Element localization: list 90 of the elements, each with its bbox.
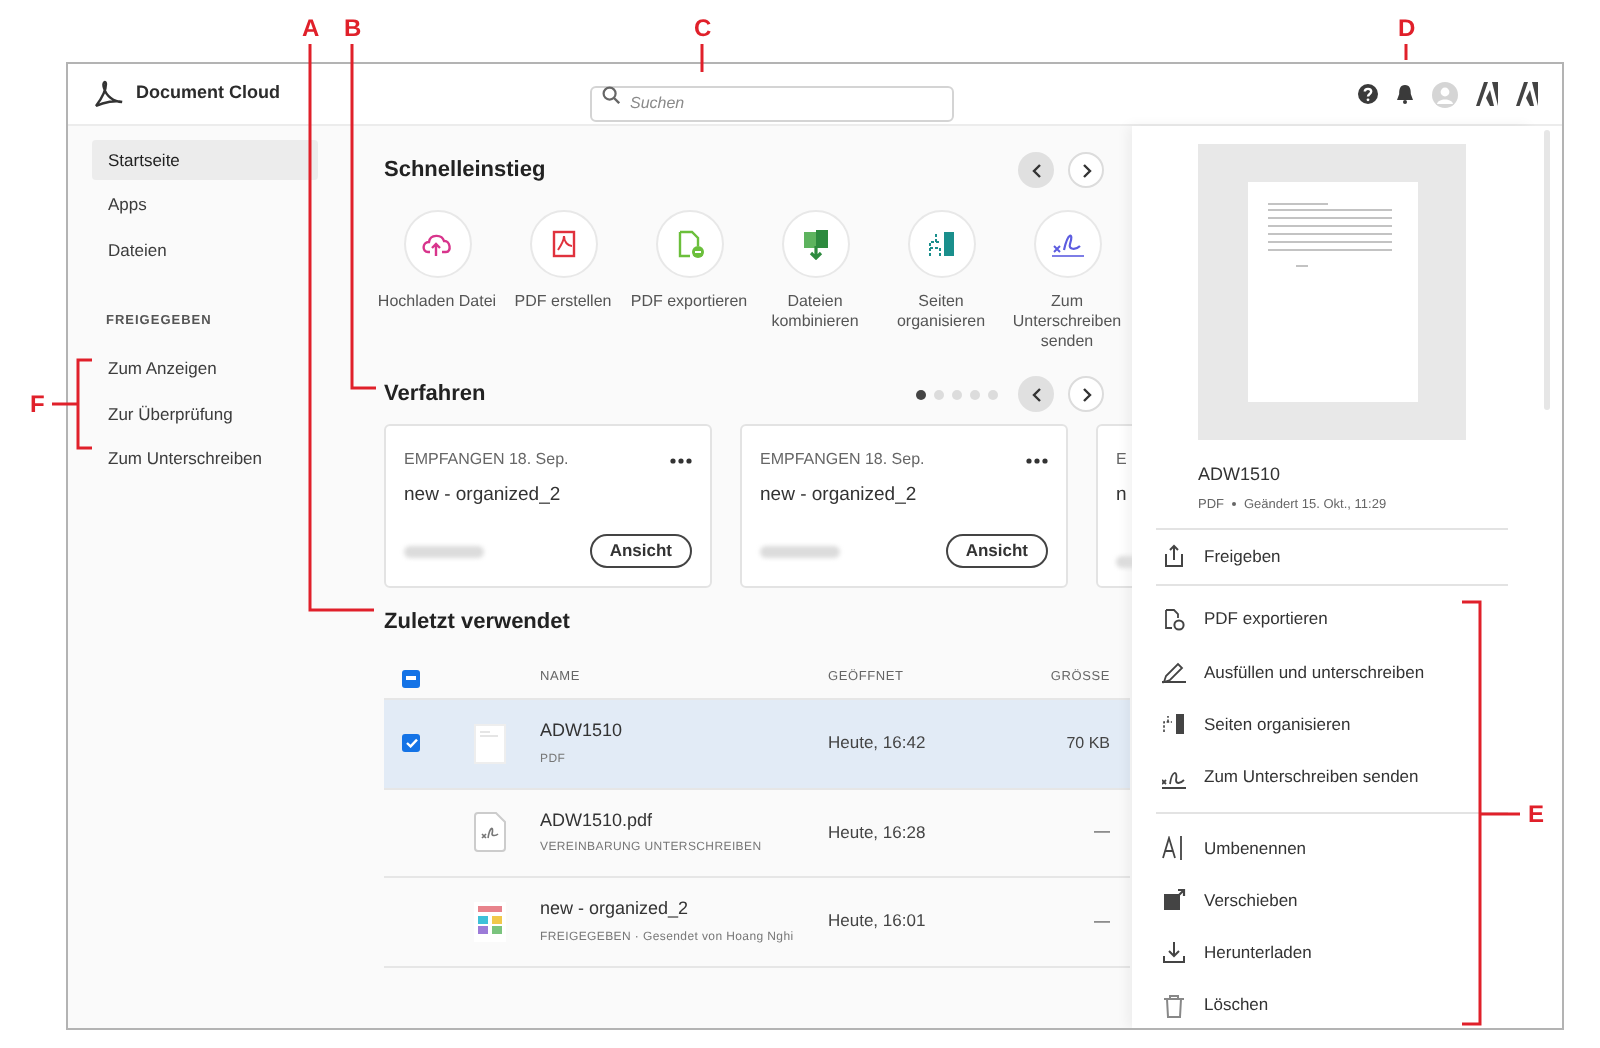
chevron-left-icon	[1031, 163, 1041, 177]
page-organize-icon	[925, 228, 957, 260]
app-logo-icon	[1516, 82, 1538, 106]
pen-icon	[1162, 659, 1186, 684]
card-title: new - organized_2	[760, 482, 919, 510]
action-item[interactable]: Ausfüllen und unterschreiben	[1156, 645, 1508, 699]
sidebar-item[interactable]: Startseite	[92, 140, 318, 180]
section-heading: Schnelleinstieg	[384, 155, 546, 186]
help-icon	[1358, 84, 1378, 104]
card-status: EMPFANGEN 18. Sep.	[404, 448, 569, 472]
file-size: —	[1092, 820, 1110, 845]
signature-document-icon	[474, 812, 506, 853]
checkmark-icon	[405, 738, 417, 749]
avatar-icon	[1432, 81, 1458, 107]
quick-tool-button[interactable]: Zum Unterschreiben senden	[1004, 210, 1130, 352]
app-logo-icon	[1476, 82, 1498, 106]
app-title: Document Cloud	[136, 80, 280, 107]
file-name: ADW1510	[540, 718, 625, 744]
card-title: new - organized_2	[404, 482, 563, 510]
action-item[interactable]: Umbenennen	[1156, 821, 1508, 875]
card-status: E	[1116, 448, 1127, 472]
next-button[interactable]	[1068, 376, 1104, 412]
notification-bell-icon	[1396, 84, 1414, 104]
quick-tool-button[interactable]: PDF erstellen	[500, 210, 626, 352]
view-button[interactable]: Ansicht	[589, 534, 692, 568]
select-all-checkbox[interactable]	[402, 669, 420, 687]
share-icon	[1162, 544, 1186, 569]
chevron-right-icon	[1081, 163, 1091, 177]
trash-icon	[1162, 993, 1186, 1018]
callout-label: E	[1528, 800, 1545, 828]
section-heading: Verfahren	[384, 379, 486, 410]
action-item[interactable]: Herunterladen	[1156, 926, 1508, 980]
callout-line	[700, 44, 704, 72]
callout-label: B	[344, 14, 362, 42]
quick-tool-button[interactable]: Seiten organisieren	[878, 210, 1004, 352]
checkbox[interactable]	[402, 734, 420, 753]
page-organize-icon	[1162, 712, 1186, 737]
action-item[interactable]: Freigeben	[1156, 530, 1508, 584]
file-size: 70 KB	[1064, 731, 1110, 756]
action-item[interactable]: Verschieben	[1156, 874, 1508, 927]
quick-tool-button[interactable]: PDF exportieren	[626, 210, 752, 352]
sidebar-item[interactable]: Zur Überprüfung	[92, 394, 318, 435]
card-title: n	[1116, 482, 1129, 510]
callout-line	[1404, 44, 1408, 60]
file-name: new - organized_2	[540, 896, 691, 922]
text-cursor-icon	[1162, 835, 1186, 860]
callout-label: D	[1398, 14, 1416, 42]
action-item[interactable]: Zum Unterschreiben senden	[1156, 750, 1508, 804]
callout-label: F	[30, 390, 45, 418]
action-item[interactable]: Löschen	[1156, 979, 1508, 1028]
acrobat-logo-icon	[92, 80, 124, 108]
callout-label: C	[694, 14, 712, 42]
section-heading: Zuletzt verwendet	[384, 608, 572, 634]
action-item[interactable]: Seiten organisieren	[1156, 698, 1508, 751]
blurred-sender	[404, 545, 484, 557]
download-icon	[1162, 940, 1186, 965]
more-options-icon	[670, 457, 692, 463]
sidebar-item[interactable]: Apps	[92, 185, 318, 225]
quick-tool-button[interactable]: Hochladen Datei	[374, 210, 500, 352]
callout-bracket	[50, 358, 94, 450]
file-size: —	[1092, 909, 1110, 934]
action-item[interactable]: PDF exportieren	[1156, 593, 1508, 646]
blurred-sender	[760, 545, 840, 557]
file-export-icon	[1162, 607, 1186, 632]
search-icon	[602, 85, 620, 103]
folder-move-icon	[1162, 888, 1186, 913]
agreement-card[interactable]: EMPFANGEN 18. Sep. new - organized_2 Ansicht	[384, 424, 712, 588]
file-name: ADW1510.pdf	[540, 807, 655, 834]
opened-time: Heute, 16:42	[828, 730, 928, 757]
next-button[interactable]	[1068, 152, 1104, 188]
opened-time: Heute, 16:01	[828, 908, 928, 935]
quick-tool-button[interactable]: Dateien kombinieren	[752, 210, 878, 352]
card-status: EMPFANGEN 18. Sep.	[760, 448, 925, 472]
pdf-file-icon	[547, 228, 579, 260]
sidebar-item[interactable]: Zum Anzeigen	[92, 349, 318, 390]
file-combine-icon	[799, 228, 831, 260]
sidebar-item[interactable]: Zum Unterschreiben	[92, 439, 318, 480]
file-export-icon	[673, 228, 705, 260]
agreement-card[interactable]: EMPFANGEN 18. Sep. new - organized_2 Ansicht	[740, 424, 1068, 588]
file-name: ADW1510	[1198, 462, 1283, 488]
sidebar-item[interactable]: Dateien	[92, 230, 318, 270]
opened-time: Heute, 16:28	[828, 819, 928, 846]
document-thumbnail	[474, 723, 506, 764]
more-options-icon	[1026, 457, 1048, 463]
search-field[interactable]: Suchen	[590, 85, 954, 121]
agreement-card[interactable]: E n	[1096, 424, 1132, 588]
chevron-right-icon	[1081, 387, 1091, 401]
view-button[interactable]: Ansicht	[945, 534, 1048, 568]
callout-label: A	[302, 14, 320, 42]
chevron-left-icon	[1031, 387, 1041, 401]
